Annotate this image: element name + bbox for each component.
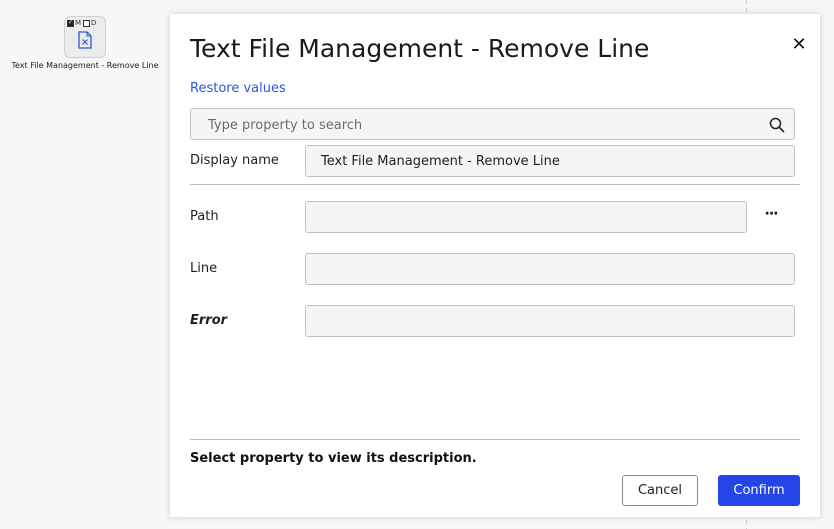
error-label: Error: [190, 313, 228, 328]
cancel-button[interactable]: Cancel: [622, 475, 698, 506]
path-field[interactable]: [305, 201, 747, 233]
dialog-title: Text File Management - Remove Line: [190, 34, 650, 63]
search-input[interactable]: [206, 115, 750, 135]
search-icon[interactable]: [769, 117, 785, 133]
workflow-canvas[interactable]: ✓ M D Text File Management - Remove Line…: [0, 0, 834, 529]
section-divider: [190, 184, 800, 185]
error-field[interactable]: [305, 305, 795, 337]
restore-values-link[interactable]: Restore values: [190, 81, 286, 96]
line-label: Line: [190, 261, 218, 276]
property-search[interactable]: [190, 108, 795, 140]
check-icon[interactable]: ✓: [67, 19, 74, 27]
properties-dialog: Text File Management - Remove Line ✕ Res…: [170, 14, 820, 517]
display-name-field[interactable]: [305, 145, 795, 177]
display-name-label: Display name: [190, 153, 279, 168]
confirm-button[interactable]: Confirm: [718, 475, 800, 506]
activity-node-label: Text File Management - Remove Line: [11, 61, 159, 70]
flag-m-checkbox[interactable]: [83, 19, 91, 27]
property-description: Select property to view its description.: [190, 451, 477, 466]
flag-m-label: M: [75, 19, 82, 27]
node-flags: ✓ M D: [67, 19, 97, 27]
browse-ellipsis-icon[interactable]: ···: [763, 207, 779, 225]
description-divider: [190, 439, 800, 440]
activity-node[interactable]: ✓ M D: [64, 16, 106, 58]
flag-d-label: D: [91, 19, 97, 27]
line-field[interactable]: [305, 253, 795, 285]
file-x-icon: [78, 31, 92, 49]
path-label: Path: [190, 209, 219, 224]
close-icon[interactable]: ✕: [790, 36, 808, 54]
